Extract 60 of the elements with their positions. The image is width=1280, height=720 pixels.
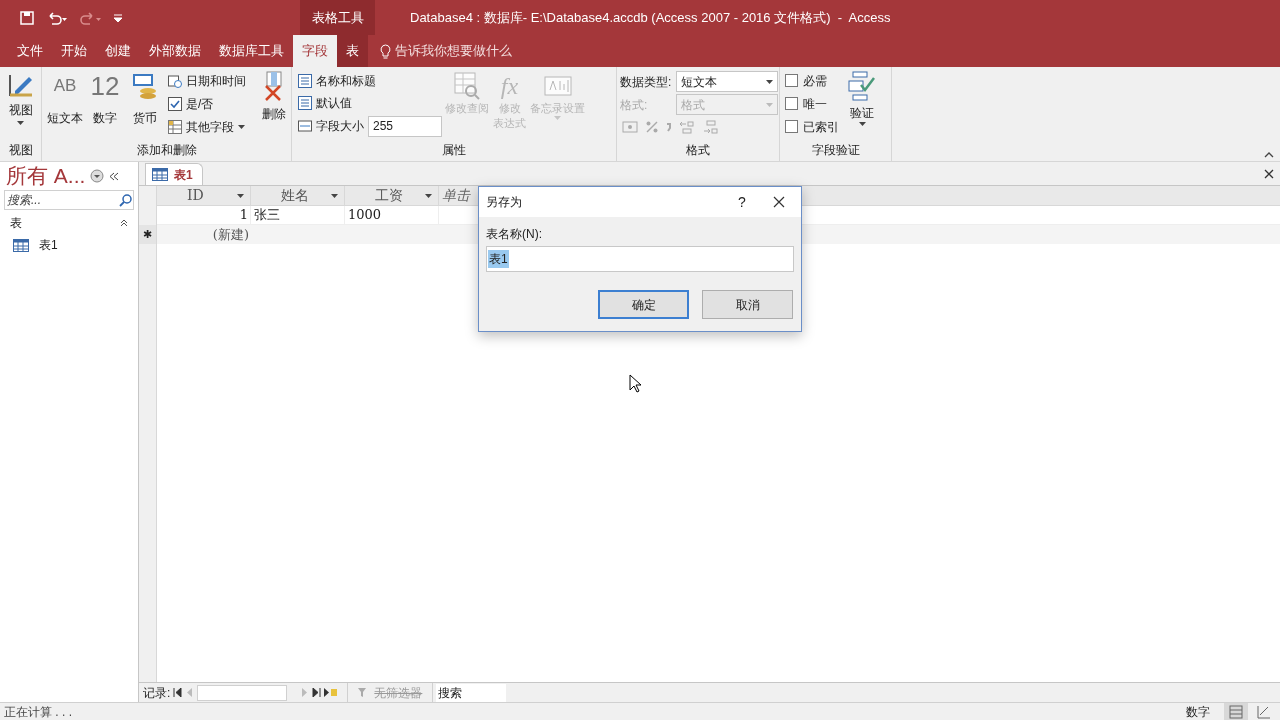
validation-button[interactable]: 验证 [847, 71, 877, 141]
small-ribbon-button[interactable]: 默认值 [298, 93, 442, 112]
window-title: Database4 : 数据库- E:\Database4.accdb (Access 2007 - 2016 文件格式) - Access [410, 8, 891, 27]
dialog-button[interactable]: 取消 [702, 290, 793, 319]
nav-item[interactable]: 表1 [0, 234, 138, 256]
group-label: 格式 [685, 142, 711, 159]
field-size-input[interactable]: 255 [368, 115, 442, 137]
status-mode: 数字 [1186, 703, 1210, 720]
small-ribbon-button[interactable]: 日期和时间 [168, 71, 246, 91]
small-ribbon-button[interactable]: 是/否 [168, 94, 246, 114]
record-label: 记录: [143, 684, 171, 702]
checkbox-label: 必需 [803, 72, 827, 90]
view-button[interactable]: 视图 [6, 71, 35, 125]
field-type-button[interactable]: 12 数字 [86, 71, 124, 141]
ribbon-tab[interactable]: 开始 [52, 35, 96, 67]
group-label: 添加和删除 [135, 142, 198, 159]
column-header[interactable]: ID [157, 186, 251, 205]
group-label: 字段验证 [810, 142, 861, 159]
small-ribbon-button[interactable]: 其他字段 [168, 117, 246, 137]
ribbon-tab[interactable]: 表 [337, 35, 368, 67]
ribbon-tab[interactable]: 文件 [8, 35, 52, 67]
group-label: 属性 [441, 142, 467, 159]
field-type-button[interactable]: AB 短文本 [46, 71, 84, 141]
nav-section-header[interactable]: 表 [10, 214, 22, 232]
field-type-glyph: AB [53, 75, 77, 97]
dropdown[interactable]: 短文本 [676, 71, 778, 92]
new-row-marker: ✱ [139, 225, 156, 244]
field-type-button[interactable]: 货币 [126, 71, 164, 141]
table-cell: 1 [157, 206, 251, 224]
small-ribbon-button[interactable]: 名称和标题 [298, 71, 442, 90]
checkbox-label: 唯一 [803, 95, 827, 113]
ribbon-tab[interactable]: 数据库工具 [210, 35, 293, 67]
dialog-button[interactable]: 确定 [598, 290, 689, 319]
formula-icon: fx [500, 71, 519, 101]
help-button[interactable]: ? [727, 191, 757, 213]
table-name-input[interactable]: 表1 [486, 246, 794, 272]
table-cell: 张三 [251, 206, 345, 224]
checkbox-label: 已索引 [803, 118, 839, 136]
field-label: 表名称(N): [486, 226, 543, 243]
nav-pane-title: 所有 A... [6, 163, 86, 190]
dialog-title: 另存为 [486, 194, 523, 211]
new-row-label: (新建) [211, 225, 250, 244]
field-label: 数据类型: [620, 73, 673, 91]
field-size-label: 字段大小 [316, 118, 364, 135]
ribbon-tab[interactable]: 创建 [96, 35, 140, 67]
search-field[interactable]: 搜索... [4, 190, 134, 210]
column-header[interactable]: 工资 [345, 186, 439, 205]
field-label: 格式: [620, 96, 649, 114]
document-tab[interactable]: 表1 [145, 163, 203, 185]
field-type-glyph: 12 [90, 71, 120, 101]
column-header[interactable]: 姓名 [251, 186, 345, 205]
delete-button[interactable]: 删除 [258, 71, 290, 141]
tell-me-field[interactable]: 告诉我你想要做什么 [395, 41, 512, 61]
ribbon-tab[interactable]: 外部数据 [140, 35, 210, 67]
table-cell: 1000 [345, 206, 439, 224]
search-box[interactable]: 搜索 [436, 683, 507, 702]
context-tab-label: 表格工具 [300, 0, 375, 35]
ribbon-tab[interactable]: 字段 [293, 35, 337, 67]
group-label: 视图 [7, 142, 34, 159]
status-text: 正在计算 . . . [4, 703, 73, 720]
